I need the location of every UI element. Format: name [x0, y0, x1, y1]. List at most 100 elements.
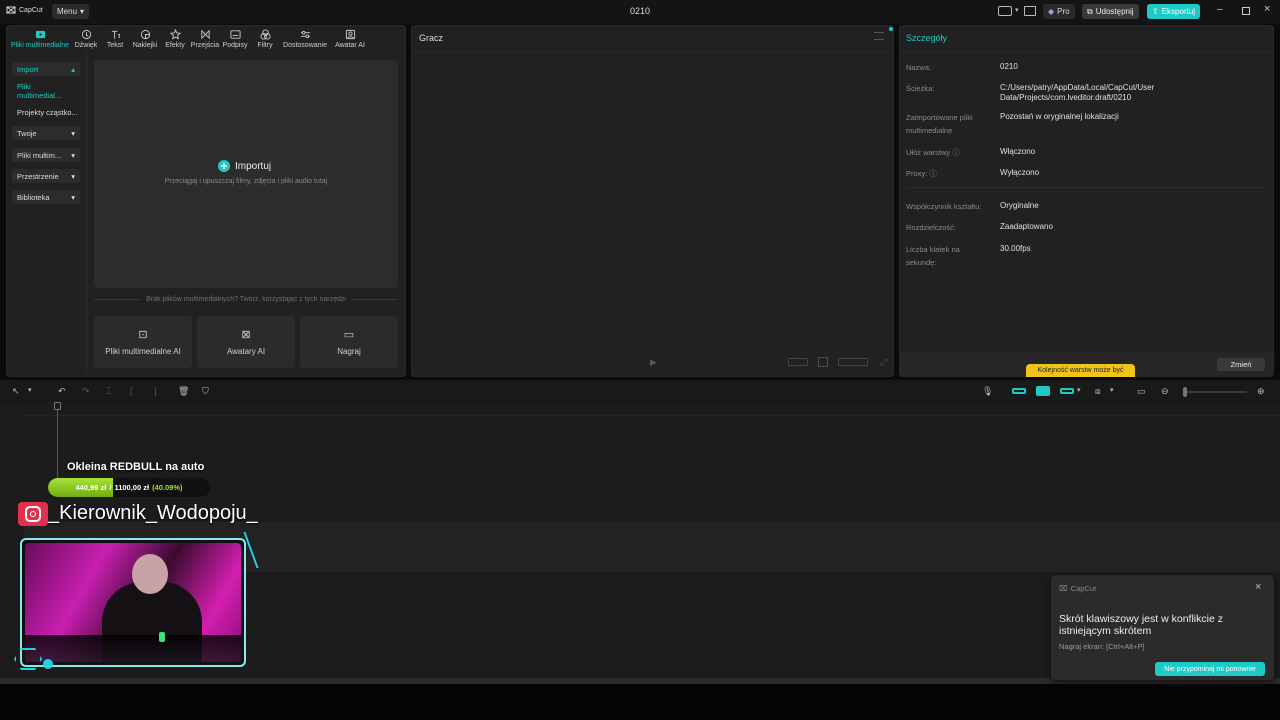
- tab-stickers-label: Naklejki: [132, 42, 158, 49]
- layout-icon[interactable]: [998, 6, 1012, 16]
- detail-label-fps: Liczba klatek na sekundę:: [906, 245, 960, 267]
- preview-axis-icon[interactable]: ⧈: [1095, 386, 1107, 398]
- sidebar-item-label: Projekty cząstko...: [17, 107, 78, 117]
- capcut-logo-icon: ⌧: [1059, 584, 1068, 593]
- fullscreen-icon[interactable]: ⤢: [880, 357, 887, 368]
- audio-icon: [81, 29, 91, 40]
- goal-separator: /: [109, 483, 112, 492]
- tab-filters[interactable]: Filtry: [250, 29, 280, 49]
- title-bar: CapCut Menu ▾ 0210 ▾ ◆ Pro ⧉ Udostępnij ⇪ Ek…: [0, 0, 1280, 24]
- playhead-handle[interactable]: [54, 402, 61, 410]
- select-tool-icon[interactable]: ↖: [12, 386, 24, 398]
- import-button[interactable]: Importuj: [218, 160, 271, 172]
- detail-label-path: Ścieżka:: [906, 84, 935, 93]
- green-light: [159, 632, 165, 642]
- tab-transitions-label: Przejścia: [190, 42, 220, 49]
- trim-right-icon[interactable]: ]: [154, 386, 166, 398]
- tab-avatar[interactable]: Awatar AI: [330, 29, 370, 49]
- link-icon[interactable]: [1012, 388, 1026, 394]
- ai-media-card[interactable]: ⊡ Pliki multimedialne AI: [94, 316, 192, 368]
- delete-icon[interactable]: 🗑: [178, 386, 190, 398]
- sidebar-item-label: Biblioteka: [17, 192, 50, 202]
- tab-text[interactable]: Tekst: [100, 29, 130, 49]
- sidebar-item-yours[interactable]: Twoje ▾: [12, 126, 80, 140]
- minimize-icon[interactable]: –: [1217, 4, 1223, 15]
- divider: [412, 51, 893, 52]
- export-button[interactable]: ⇪ Eksportuj: [1147, 4, 1201, 19]
- magnet-icon[interactable]: [1036, 386, 1050, 396]
- close-icon[interactable]: ×: [1255, 581, 1261, 593]
- drop-hint: Przeciągaj i upuszczaj filmy, zdjęcia i …: [164, 178, 328, 185]
- sidebar-item-spaces[interactable]: Przestrzenie ▾: [12, 169, 80, 183]
- change-button[interactable]: Zmień: [1217, 358, 1265, 371]
- zoom-slider[interactable]: [1183, 391, 1247, 393]
- player-menu-icon[interactable]: [874, 32, 884, 40]
- zoom-in-icon[interactable]: ⊕: [1257, 386, 1269, 398]
- status-dot: [889, 27, 893, 31]
- details-title: Szczegóły: [906, 33, 948, 43]
- chevron-down-icon[interactable]: ▾: [1110, 386, 1122, 398]
- divider: [94, 299, 141, 300]
- accent-dot: [43, 659, 53, 669]
- sidebar-item-label: Pliki multimedial...: [17, 82, 62, 100]
- divider: [351, 299, 398, 300]
- caption-track-icon[interactable]: ▭: [1137, 386, 1149, 398]
- ratio-icon[interactable]: [838, 358, 868, 366]
- dont-remind-button[interactable]: Nie przypominaj mi ponownie: [1155, 662, 1265, 676]
- record-card[interactable]: ▭ Nagraj: [300, 316, 398, 368]
- chevron-down-icon[interactable]: ▾: [1077, 386, 1089, 398]
- pro-label: Pro: [1057, 7, 1070, 16]
- sidebar-item-library[interactable]: Biblioteka ▾: [12, 190, 80, 204]
- detail-label-resolution: Rozdzielczość:: [906, 223, 957, 232]
- plus-icon: [218, 160, 230, 172]
- crop-icon[interactable]: [818, 357, 828, 367]
- zoom-slider-handle[interactable]: [1183, 387, 1187, 397]
- trim-left-icon[interactable]: [: [130, 386, 142, 398]
- tab-transitions[interactable]: Przejścia: [190, 29, 220, 49]
- tab-captions[interactable]: Podpisy: [220, 29, 250, 49]
- share-button[interactable]: ⧉ Udostępnij: [1082, 4, 1139, 19]
- import-dropzone[interactable]: [94, 60, 398, 288]
- timecode-icon[interactable]: [788, 358, 808, 366]
- sidebar-item-import[interactable]: Import ▴: [12, 62, 80, 76]
- maximize-icon[interactable]: [1242, 7, 1250, 15]
- toast-brand: ⌧ CapCut: [1059, 584, 1096, 593]
- detail-label-aspect: Współczynnik kształtu:: [906, 202, 982, 211]
- import-label: Importuj: [235, 160, 272, 172]
- tab-media[interactable]: Pliki multimedialne: [8, 29, 72, 49]
- empty-hint: Brak plików multimedialnych? Twórz, korz…: [146, 296, 346, 303]
- tab-adjust[interactable]: Dostosowanie: [280, 29, 330, 49]
- close-icon[interactable]: ×: [1264, 3, 1270, 15]
- microphone-icon[interactable]: 🎙: [982, 386, 994, 398]
- layer-order-tooltip: Kolejność warstw może być: [1026, 364, 1135, 377]
- shortcut-icon[interactable]: [1024, 6, 1036, 16]
- zoom-out-icon[interactable]: ⊖: [1161, 386, 1173, 398]
- sticker-icon: [140, 29, 150, 40]
- camera-icon: ▭: [343, 329, 355, 341]
- chevron-down-icon: ▾: [71, 192, 75, 202]
- divider: [906, 187, 1265, 188]
- ai-avatars-card[interactable]: ⊠ Awatary AI: [197, 316, 295, 368]
- sidebar-item-media[interactable]: Pliki multimedial...: [12, 82, 80, 100]
- detail-value-path: C:/Users/patry/AppData/Local/CapCut/User…: [1000, 83, 1155, 102]
- redo-icon[interactable]: ↷: [82, 386, 94, 398]
- timeline-ruler: [24, 415, 1280, 416]
- snap-icon[interactable]: [1060, 388, 1074, 394]
- chevron-down-icon[interactable]: ▾: [28, 386, 40, 398]
- chevron-down-icon[interactable]: ▾: [1015, 6, 1019, 14]
- sidebar-item-media-files[interactable]: Pliki multim... ▾: [12, 148, 80, 162]
- tab-effects[interactable]: Efekty: [160, 29, 190, 49]
- tab-audio[interactable]: Dźwięk: [72, 29, 100, 49]
- tab-stickers[interactable]: Naklejki: [130, 29, 160, 49]
- play-icon[interactable]: ▶: [650, 357, 657, 368]
- shield-icon[interactable]: ⛉: [202, 386, 214, 398]
- pro-button[interactable]: ◆ Pro: [1043, 4, 1075, 19]
- goal-percent: (40.09%): [152, 483, 183, 492]
- instagram-badge: [18, 502, 48, 526]
- undo-icon[interactable]: ↶: [58, 386, 70, 398]
- card-label: Pliki multimedialne AI: [105, 347, 181, 356]
- feature-toolbar: Pliki multimedialne Dźwięk Tekst Naklejk…: [8, 27, 404, 51]
- detail-label-name: Nazwa:: [906, 63, 932, 72]
- split-icon[interactable]: ⌶: [106, 386, 118, 398]
- sidebar-item-composite-projects[interactable]: Projekty cząstko...: [12, 105, 86, 119]
